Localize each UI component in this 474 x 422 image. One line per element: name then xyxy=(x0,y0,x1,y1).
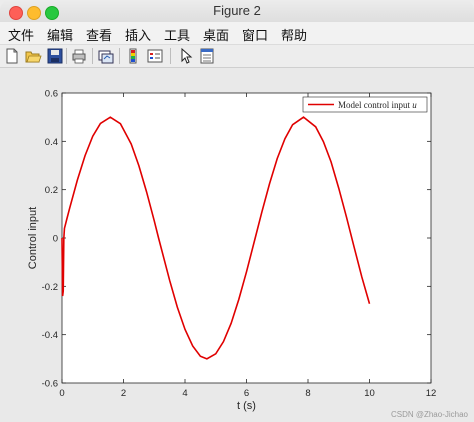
open-file-icon[interactable] xyxy=(24,47,42,65)
plot-svg: -0.6 -0.4 -0.2 0 0.2 0.4 0.6 0 2 4 6 8 10 12 t (s) C… xyxy=(27,89,437,413)
x-tick-label: 6 xyxy=(244,388,249,399)
menu-desktop[interactable]: 桌面 xyxy=(203,25,229,44)
legend-entry-text: Model control input xyxy=(338,100,410,110)
y-tick-label: -0.4 xyxy=(42,330,58,341)
toolbar-separator xyxy=(119,48,120,64)
menu-tools[interactable]: 工具 xyxy=(164,25,190,44)
legend-entry-label: Model control input u xyxy=(338,100,417,110)
menu-insert[interactable]: 插入 xyxy=(125,25,151,44)
x-axis-label: t (s) xyxy=(237,400,256,412)
y-axis-label: Control input xyxy=(27,207,39,269)
save-icon[interactable] xyxy=(46,47,64,65)
x-tick-label: 12 xyxy=(426,388,437,399)
legend-entry-math: u xyxy=(412,100,417,110)
x-tick-label: 8 xyxy=(305,388,310,399)
menu-window[interactable]: 窗口 xyxy=(242,25,268,44)
toolbar-separator xyxy=(170,48,171,64)
y-tick-label: -0.6 xyxy=(42,379,58,390)
new-figure-icon[interactable] xyxy=(3,47,21,65)
watermark: CSDN @Zhao-Jichao xyxy=(390,410,468,419)
title-bar[interactable]: Figure 2 xyxy=(0,0,474,22)
menu-help[interactable]: 帮助 xyxy=(281,25,307,44)
menu-edit[interactable]: 编辑 xyxy=(47,25,73,44)
y-tick-label: 0.6 xyxy=(45,89,58,100)
figure-canvas: -0.6 -0.4 -0.2 0 0.2 0.4 0.6 0 2 4 6 8 10 12 t (s) C… xyxy=(0,68,474,422)
y-tick-label: 0 xyxy=(53,234,58,245)
toolbar xyxy=(0,45,474,68)
print-icon[interactable] xyxy=(70,47,88,65)
link-plot-icon[interactable] xyxy=(97,47,115,65)
toolbar-separator xyxy=(92,48,93,64)
x-tick-label: 10 xyxy=(364,388,375,399)
menu-file[interactable]: 文件 xyxy=(8,25,34,44)
x-tick-label: 0 xyxy=(59,388,64,399)
y-tick-label: 0.4 xyxy=(45,137,58,148)
x-tick-label: 4 xyxy=(182,388,187,399)
menu-bar: 文件 编辑 查看 插入 工具 桌面 窗口 帮助 xyxy=(0,22,474,45)
x-tick-label: 2 xyxy=(121,388,126,399)
axes-box[interactable] xyxy=(61,92,432,384)
legend[interactable]: Model control input u xyxy=(302,96,428,113)
figure-window: Figure 2 文件 编辑 查看 插入 工具 桌面 窗口 帮助 -0.6 -0… xyxy=(0,0,474,422)
y-tick-label: -0.2 xyxy=(42,282,58,293)
toolbar-separator xyxy=(66,48,67,64)
window-title: Figure 2 xyxy=(213,3,261,18)
insert-colorbar-icon[interactable] xyxy=(124,47,142,65)
y-tick-label: 0.2 xyxy=(45,185,58,196)
menu-view[interactable]: 查看 xyxy=(86,25,112,44)
insert-legend-icon[interactable] xyxy=(146,47,164,65)
pointer-icon[interactable] xyxy=(176,47,194,65)
property-inspector-icon[interactable] xyxy=(198,47,216,65)
